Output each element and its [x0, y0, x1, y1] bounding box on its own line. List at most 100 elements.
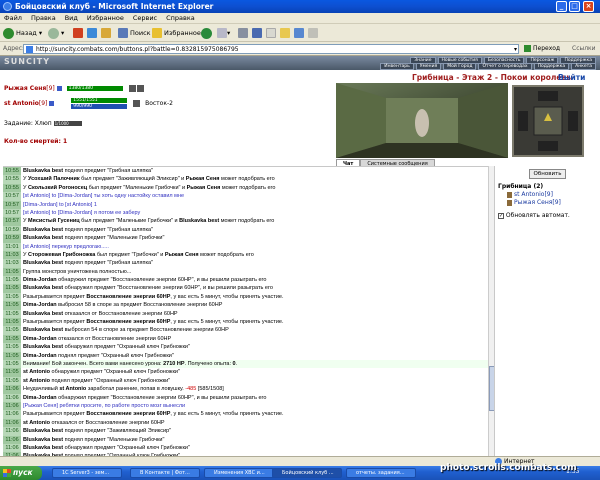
player-name[interactable]: Bluskavka best: [23, 344, 63, 350]
group-member-name[interactable]: Рыжая Сеня[9]: [514, 199, 561, 206]
media-button[interactable]: [201, 27, 214, 39]
chat-timestamp: 11:05: [3, 276, 21, 285]
back-button[interactable]: Назад ▾: [3, 27, 42, 39]
info-icon[interactable]: [49, 101, 55, 106]
address-input[interactable]: http://suncity.combats.com/buttons.pl?ba…: [23, 44, 519, 54]
move-back-button[interactable]: [538, 141, 558, 151]
exit-link[interactable]: Выйти: [558, 73, 585, 82]
info-icon[interactable]: [56, 86, 62, 91]
player-name[interactable]: Bluskavka best: [23, 168, 63, 174]
start-button[interactable]: пуск: [0, 466, 42, 480]
group-member-name[interactable]: st Antonio[9]: [514, 191, 553, 198]
discuss-button[interactable]: [266, 27, 276, 39]
player-name[interactable]: Восстановление энергии 60HP: [86, 319, 170, 325]
game-nav-item[interactable]: Умения: [415, 63, 442, 70]
stop-button[interactable]: [73, 27, 83, 39]
refresh-button[interactable]: [87, 27, 97, 39]
chat-text: поднял предмет "Маленькие Грибочки": [63, 235, 165, 242]
player-name[interactable]: Усохший Палочник: [28, 176, 80, 182]
player-name[interactable]: Рыжая Сеня: [186, 176, 220, 182]
tools-icon: [308, 28, 318, 38]
taskbar-item[interactable]: Бойцовский клуб ...: [272, 468, 342, 478]
forward-arrow-icon: [48, 27, 59, 39]
print-button[interactable]: [238, 27, 248, 39]
chat-log: 10:55 Bluskavka best поднял предмет "Гриб…: [3, 166, 488, 462]
folder-button[interactable]: [280, 27, 290, 39]
player-name[interactable]: Мясистый Гусениц: [28, 218, 80, 224]
player-name[interactable]: Bluskavka best: [23, 285, 63, 291]
toolbar: Назад ▾ ▾ Поиск Избранное ▾: [0, 24, 600, 42]
player-name[interactable]: st Antonio: [23, 369, 50, 375]
taskbar-item[interactable]: В Контакте | Фот...: [130, 468, 200, 478]
player-2-name[interactable]: st Antonio: [4, 100, 39, 107]
player-name[interactable]: Bluskavka best: [23, 428, 63, 434]
favorites-button[interactable]: Избранное: [152, 27, 201, 39]
messenger-button[interactable]: [294, 27, 304, 39]
maximize-button[interactable]: □: [569, 1, 580, 12]
player-name[interactable]: Сторожевая Грибоножка: [28, 252, 95, 258]
game-nav-item[interactable]: Отчет о переводах: [478, 63, 532, 70]
player-name[interactable]: Bluskavka best: [23, 260, 63, 266]
menu-item[interactable]: Вид: [65, 14, 78, 22]
player-name[interactable]: Bluskavka best: [23, 227, 63, 233]
go-arrow-icon: [524, 45, 531, 52]
group-member[interactable]: st Antonio[9]: [507, 191, 600, 198]
player-name[interactable]: Bluskavka best: [23, 445, 63, 451]
links-button[interactable]: Ссылки: [572, 45, 596, 52]
menu-item[interactable]: Правка: [31, 14, 56, 22]
taskbar-item[interactable]: Изменения ХВС и...: [204, 468, 274, 478]
player-name[interactable]: 2710 HP: [163, 361, 184, 367]
turn-left-button[interactable]: [518, 111, 528, 131]
player-name[interactable]: Bluskavka best: [23, 235, 63, 241]
chat-text: обнаружил предмет "Охранный ключ Грибоно…: [49, 369, 180, 376]
player-name[interactable]: Dima-Jordan: [23, 336, 57, 342]
search-button[interactable]: Поиск: [118, 27, 151, 39]
player-name[interactable]: Рыжая Сеня: [165, 252, 199, 258]
player-name[interactable]: Рыжая Сеня: [187, 185, 221, 191]
player-name[interactable]: Dima-Jordan: [23, 302, 57, 308]
close-button[interactable]: ×: [583, 1, 594, 12]
menu-item[interactable]: Файл: [4, 14, 22, 22]
game-nav-item[interactable]: Анкета: [571, 63, 596, 70]
address-dropdown-icon[interactable]: ▾: [514, 45, 517, 54]
move-forward-button[interactable]: [538, 91, 558, 101]
player-name[interactable]: Bluskavka best: [23, 311, 63, 317]
group-member[interactable]: Рыжая Сеня[9]: [507, 199, 600, 206]
forward-button[interactable]: ▾: [48, 27, 64, 39]
player-name[interactable]: Dima-Jordan: [23, 353, 57, 359]
chat-line: 11:05 Dima-Jordan обнаружил предмет "Восс…: [3, 276, 488, 285]
taskbar-item[interactable]: отчеты. задания...: [346, 468, 416, 478]
taskbar-item[interactable]: 1С Server3 - зем...: [52, 468, 122, 478]
turn-right-button[interactable]: [568, 111, 578, 131]
player-name[interactable]: st Antonio: [23, 420, 50, 426]
go-button[interactable]: Переход: [524, 45, 560, 52]
edit-button[interactable]: [252, 27, 262, 39]
home-button[interactable]: [101, 27, 111, 39]
chat-text: отказался от Восстановление энергии 60HP: [63, 310, 178, 317]
game-nav-item[interactable]: Поддержка: [533, 63, 570, 70]
game-nav-item[interactable]: Инвентарь: [380, 63, 414, 70]
menu-item[interactable]: Избранное: [87, 14, 124, 22]
minimize-button[interactable]: _: [556, 1, 567, 12]
player-name[interactable]: Скользкий Рогоносец: [28, 185, 87, 191]
player-1-name[interactable]: Рыжая Сеня: [4, 85, 46, 92]
player-name[interactable]: st Antonio: [23, 378, 50, 384]
mail-button[interactable]: ▾: [217, 27, 230, 39]
menu-item[interactable]: Справка: [166, 14, 195, 22]
player-name[interactable]: Bluskavka best: [23, 327, 63, 333]
game-nav-item[interactable]: Мой Город: [443, 63, 477, 70]
player-name[interactable]: Восстановление энергии 60HP: [86, 411, 170, 417]
player-name[interactable]: Восстановление энергии 60HP: [86, 294, 170, 300]
player-name[interactable]: Bluskavka best: [23, 437, 63, 443]
player-name[interactable]: Bluskavka best: [179, 218, 219, 224]
chat-line: 10:55 Bluskavka best поднял предмет "Гриб…: [3, 167, 488, 176]
player-name[interactable]: st Antonio: [59, 386, 86, 392]
refresh-group-button[interactable]: Обновить: [528, 169, 567, 179]
player-name[interactable]: Dima-Jordan: [23, 277, 57, 283]
player-name[interactable]: Dima-Jordan: [23, 395, 57, 401]
tools-button[interactable]: [308, 27, 318, 39]
menu-item[interactable]: Сервис: [133, 14, 157, 22]
auto-refresh-checkbox[interactable]: ✓: [498, 212, 504, 219]
chat-text: был предмет "Грибочки" и: [95, 251, 165, 258]
monster-sprite[interactable]: [415, 109, 429, 137]
